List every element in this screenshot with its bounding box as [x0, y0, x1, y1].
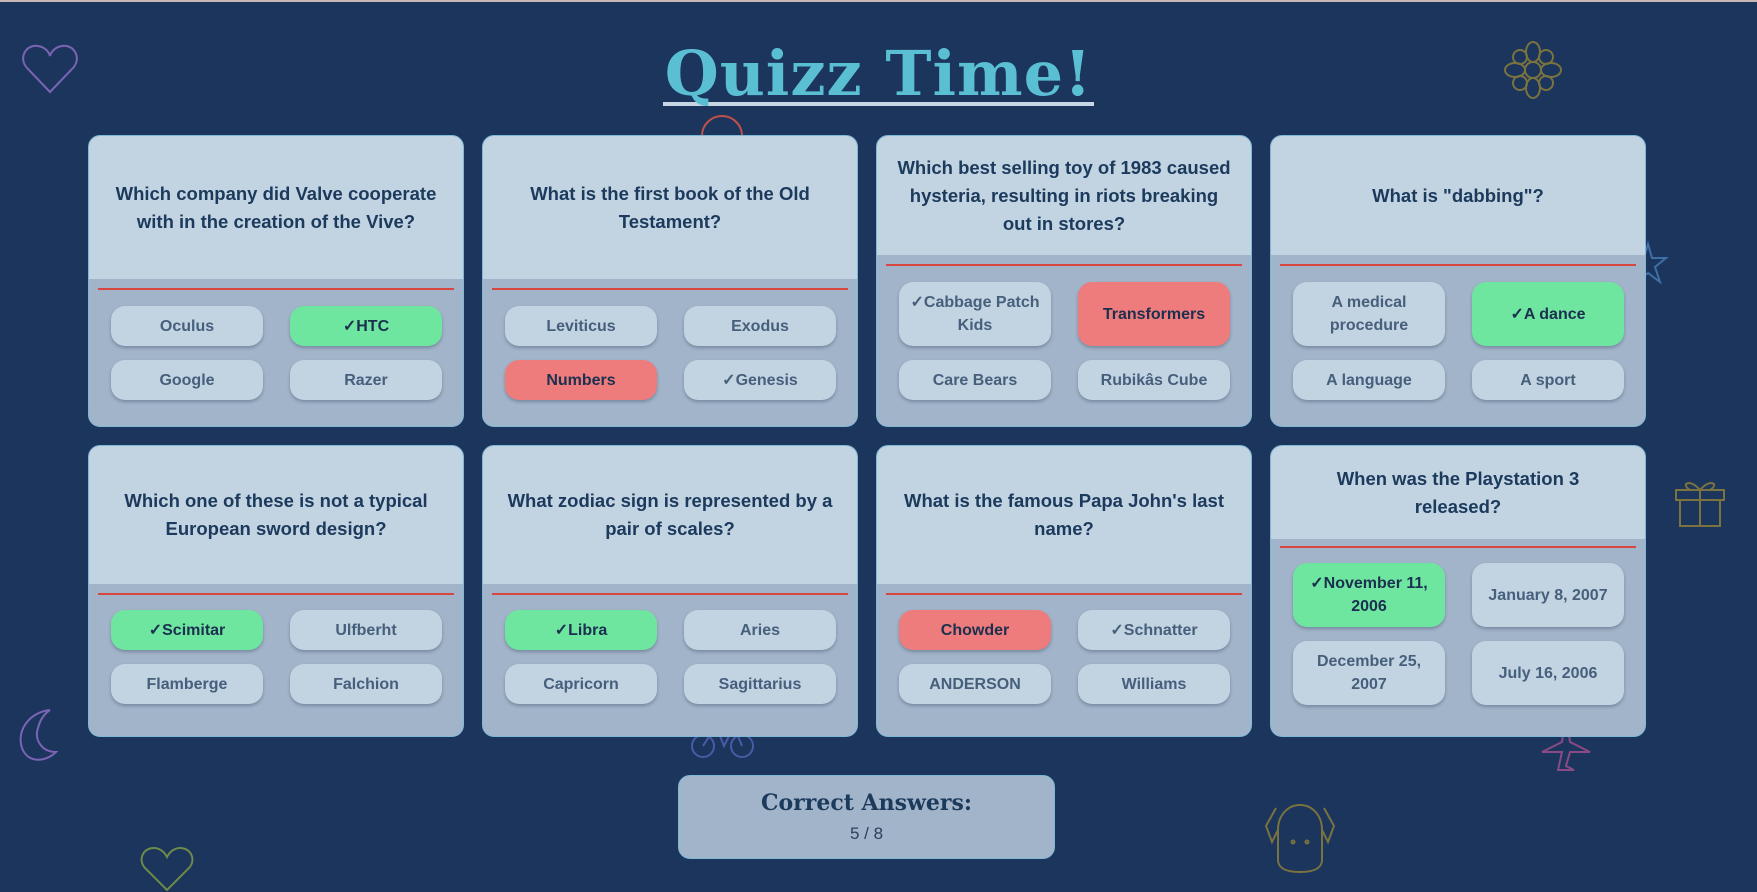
answer-button[interactable]: Sagittarius	[684, 664, 836, 704]
question-text: What is "dabbing"?	[1271, 136, 1645, 255]
answer-grid: ✓November 11, 2006 January 8, 2007 Decembe…	[1293, 563, 1624, 705]
answer-button[interactable]: Aries	[684, 610, 836, 650]
gift-doodle-icon	[1675, 482, 1725, 527]
answer-button[interactable]: Williams	[1078, 664, 1230, 704]
heart-doodle-icon	[140, 846, 194, 892]
question-separator	[492, 288, 848, 290]
answer-grid: ✓Libra Aries Capricorn Sagittarius	[505, 610, 836, 704]
answer-button[interactable]: ✓November 11, 2006	[1293, 563, 1445, 627]
answer-grid: A medical procedure ✓A dance A language A s…	[1293, 282, 1624, 400]
answer-grid: ✓Scimitar Ulfberht Flamberge Falchion	[111, 610, 442, 704]
question-separator	[98, 593, 454, 595]
page-title: Quizz Time!	[662, 37, 1095, 110]
answer-button[interactable]: ✓Genesis	[684, 360, 836, 400]
question-text: Which best selling toy of 1983 caused hy…	[877, 136, 1251, 255]
answer-button[interactable]: Leviticus	[505, 306, 657, 346]
question-text: Which one of these is not a typical Euro…	[89, 446, 463, 584]
answer-button[interactable]: A medical procedure	[1293, 282, 1445, 346]
answer-grid: Leviticus Exodus Numbers ✓Genesis	[505, 306, 836, 400]
answer-grid: Chowder ✓Schnatter ANDERSON Williams	[899, 610, 1230, 704]
answer-button[interactable]: ✓Schnatter	[1078, 610, 1230, 650]
answer-button[interactable]: ✓Scimitar	[111, 610, 263, 650]
score-panel: Correct Answers: 5 / 8	[678, 775, 1055, 859]
answer-button[interactable]: ✓Cabbage Patch Kids	[899, 282, 1051, 346]
question-separator	[886, 264, 1242, 266]
question-card: What is the first book of the Old Testam…	[482, 135, 858, 427]
question-text: What is the famous Papa John's last name…	[877, 446, 1251, 584]
answer-grid: ✓Cabbage Patch Kids Transformers Care Bear…	[899, 282, 1230, 400]
moon-doodle-icon	[19, 709, 59, 761]
answer-button[interactable]: Exodus	[684, 306, 836, 346]
answer-button[interactable]: Capricorn	[505, 664, 657, 704]
question-card: Which one of these is not a typical Euro…	[88, 445, 464, 737]
question-separator	[886, 593, 1242, 595]
score-label: Correct Answers:	[760, 790, 973, 816]
answer-button[interactable]: Transformers	[1078, 282, 1230, 346]
answer-button[interactable]: Google	[111, 360, 263, 400]
answer-button[interactable]: A sport	[1472, 360, 1624, 400]
question-separator	[1280, 264, 1636, 266]
question-separator	[98, 288, 454, 290]
answer-button[interactable]: January 8, 2007	[1472, 563, 1624, 627]
answer-button[interactable]: July 16, 2006	[1472, 641, 1624, 705]
question-card: Which company did Valve cooperate with i…	[88, 135, 464, 427]
score-value: 5 / 8	[849, 824, 884, 843]
question-card: Which best selling toy of 1983 caused hy…	[876, 135, 1252, 427]
question-card: What is "dabbing"? A medical procedure ✓A …	[1270, 135, 1646, 427]
question-separator	[492, 593, 848, 595]
question-text: What is the first book of the Old Testam…	[483, 136, 857, 279]
question-text: When was the Playstation 3 released?	[1271, 446, 1645, 539]
answer-button[interactable]: Oculus	[111, 306, 263, 346]
answer-button[interactable]: Falchion	[290, 664, 442, 704]
dog-doodle-icon	[1264, 803, 1336, 874]
answer-button[interactable]: A language	[1293, 360, 1445, 400]
question-text: What zodiac sign is represented by a pai…	[483, 446, 857, 584]
answer-button[interactable]: Chowder	[899, 610, 1051, 650]
question-text: Which company did Valve cooperate with i…	[89, 136, 463, 279]
answer-button[interactable]: Care Bears	[899, 360, 1051, 400]
answer-button[interactable]: Razer	[290, 360, 442, 400]
answer-button[interactable]: Flamberge	[111, 664, 263, 704]
answer-button[interactable]: Rubikâs Cube	[1078, 360, 1230, 400]
question-card: What is the famous Papa John's last name…	[876, 445, 1252, 737]
answer-grid: Oculus ✓HTC Google Razer	[111, 306, 442, 400]
answer-button[interactable]: ✓A dance	[1472, 282, 1624, 346]
question-card: What zodiac sign is represented by a pai…	[482, 445, 858, 737]
answer-button[interactable]: December 25, 2007	[1293, 641, 1445, 705]
answer-button[interactable]: ANDERSON	[899, 664, 1051, 704]
answer-button[interactable]: Ulfberht	[290, 610, 442, 650]
answer-button[interactable]: ✓HTC	[290, 306, 442, 346]
question-separator	[1280, 546, 1636, 548]
question-card: When was the Playstation 3 released? ✓Nov…	[1270, 445, 1646, 737]
answer-button[interactable]: ✓Libra	[505, 610, 657, 650]
answer-button[interactable]: Numbers	[505, 360, 657, 400]
